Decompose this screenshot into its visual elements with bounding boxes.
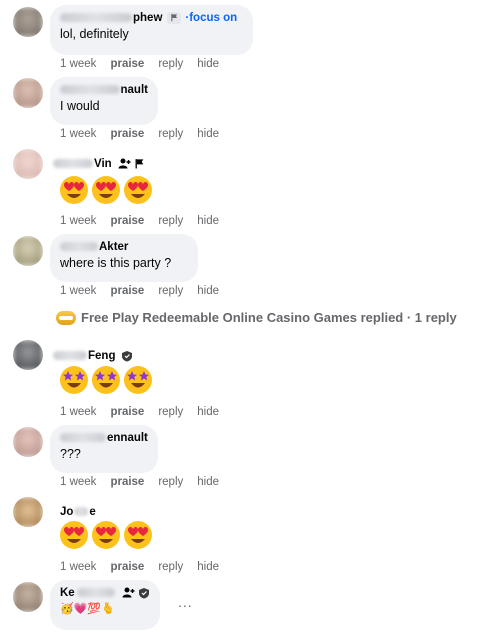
comment-text: I would (60, 99, 100, 113)
comment-text: 🥳💗💯🫰 (60, 603, 115, 615)
author-name[interactable]: phew ·focus on (60, 11, 243, 24)
shield-icon (121, 350, 133, 362)
hide-button[interactable]: hide (197, 285, 219, 297)
emoji-content (59, 175, 153, 205)
star-struck-emoji-icon (124, 366, 152, 394)
timestamp[interactable]: 1 week (60, 476, 96, 488)
comment-text: where is this party ? (60, 256, 172, 270)
hide-button[interactable]: hide (197, 215, 219, 227)
author-name[interactable]: nault (60, 83, 148, 96)
emoji-content (59, 520, 153, 550)
reply-button[interactable]: reply (158, 215, 183, 227)
star-struck-emoji-icon (60, 366, 88, 394)
reply-button[interactable]: reply (158, 285, 183, 297)
reply-button[interactable]: reply (158, 561, 183, 573)
comment-actions: 1 week praise reply hide (60, 128, 233, 140)
timestamp[interactable]: 1 week (60, 128, 96, 140)
heart-eyes-emoji-icon (60, 176, 88, 204)
praise-button[interactable]: praise (110, 406, 144, 418)
avatar[interactable] (13, 149, 43, 179)
praise-button[interactable]: praise (110, 128, 144, 140)
comment-actions: 1 week praise reply hide (60, 561, 233, 573)
comment-actions: 1 week praise reply hide (60, 476, 233, 488)
praise-button[interactable]: praise (110, 58, 144, 70)
hide-button[interactable]: hide (197, 58, 219, 70)
author-name[interactable]: Ke (60, 586, 150, 599)
reply-button[interactable]: reply (158, 58, 183, 70)
reply-button[interactable]: reply (158, 476, 183, 488)
avatar[interactable] (13, 78, 43, 108)
hide-button[interactable]: hide (197, 406, 219, 418)
avatar[interactable] (13, 7, 43, 37)
timestamp[interactable]: 1 week (60, 561, 96, 573)
author-name[interactable]: Akter (60, 240, 188, 253)
comment-text: ??? (60, 447, 81, 461)
timestamp[interactable]: 1 week (60, 406, 96, 418)
author-name[interactable]: Jo e (60, 505, 96, 518)
reply-button[interactable]: reply (158, 406, 183, 418)
emoji-content (59, 365, 153, 395)
star-struck-emoji-icon (92, 366, 120, 394)
comment-actions: 1 week praise reply hide (60, 58, 233, 70)
timestamp[interactable]: 1 week (60, 58, 96, 70)
author-name[interactable]: ennault (60, 431, 148, 444)
heart-eyes-emoji-icon (60, 521, 88, 549)
praise-button[interactable]: praise (110, 476, 144, 488)
reply-button[interactable]: reply (158, 128, 183, 140)
comment-bubble: Ke 🥳💗💯🫰 (50, 580, 160, 630)
timestamp[interactable]: 1 week (60, 215, 96, 227)
comment-actions: 1 week praise reply hide (60, 285, 233, 297)
page-avatar-icon (56, 310, 76, 325)
comment-text: lol, definitely (60, 27, 129, 41)
heart-eyes-emoji-icon (124, 176, 152, 204)
heart-eyes-emoji-icon (92, 176, 120, 204)
hide-button[interactable]: hide (197, 561, 219, 573)
author-name[interactable]: Vin (53, 157, 145, 170)
comment-actions: 1 week praise reply hide (60, 406, 233, 418)
flag-icon (134, 158, 145, 169)
comment-actions: 1 week praise reply hide (60, 215, 233, 227)
heart-eyes-emoji-icon (92, 521, 120, 549)
praise-button[interactable]: praise (110, 561, 144, 573)
hide-button[interactable]: hide (197, 476, 219, 488)
comment-bubble: nault I would (50, 77, 158, 125)
add-friend-icon (122, 587, 135, 598)
praise-button[interactable]: praise (110, 285, 144, 297)
comment-bubble: Akter where is this party ? (50, 234, 198, 282)
avatar[interactable] (13, 236, 43, 266)
view-replies-link[interactable]: Free Play Redeemable Online Casino Games… (56, 310, 457, 325)
avatar[interactable] (13, 427, 43, 457)
hide-button[interactable]: hide (197, 128, 219, 140)
praise-button[interactable]: praise (110, 215, 144, 227)
shield-icon (138, 587, 150, 599)
flag-icon (167, 11, 182, 24)
avatar[interactable] (13, 582, 43, 612)
replies-summary-text: Free Play Redeemable Online Casino Games… (81, 310, 457, 325)
comment-bubble: ennault ??? (50, 425, 158, 473)
avatar[interactable] (13, 340, 43, 370)
focus-on-link[interactable]: ·focus on (185, 12, 237, 24)
add-friend-icon (118, 158, 131, 169)
comment-bubble: phew ·focus on lol, definitely (50, 5, 253, 55)
more-options-button[interactable]: ... (178, 594, 193, 610)
avatar[interactable] (13, 497, 43, 527)
heart-eyes-emoji-icon (124, 521, 152, 549)
author-name[interactable]: Feng (53, 349, 133, 362)
timestamp[interactable]: 1 week (60, 285, 96, 297)
